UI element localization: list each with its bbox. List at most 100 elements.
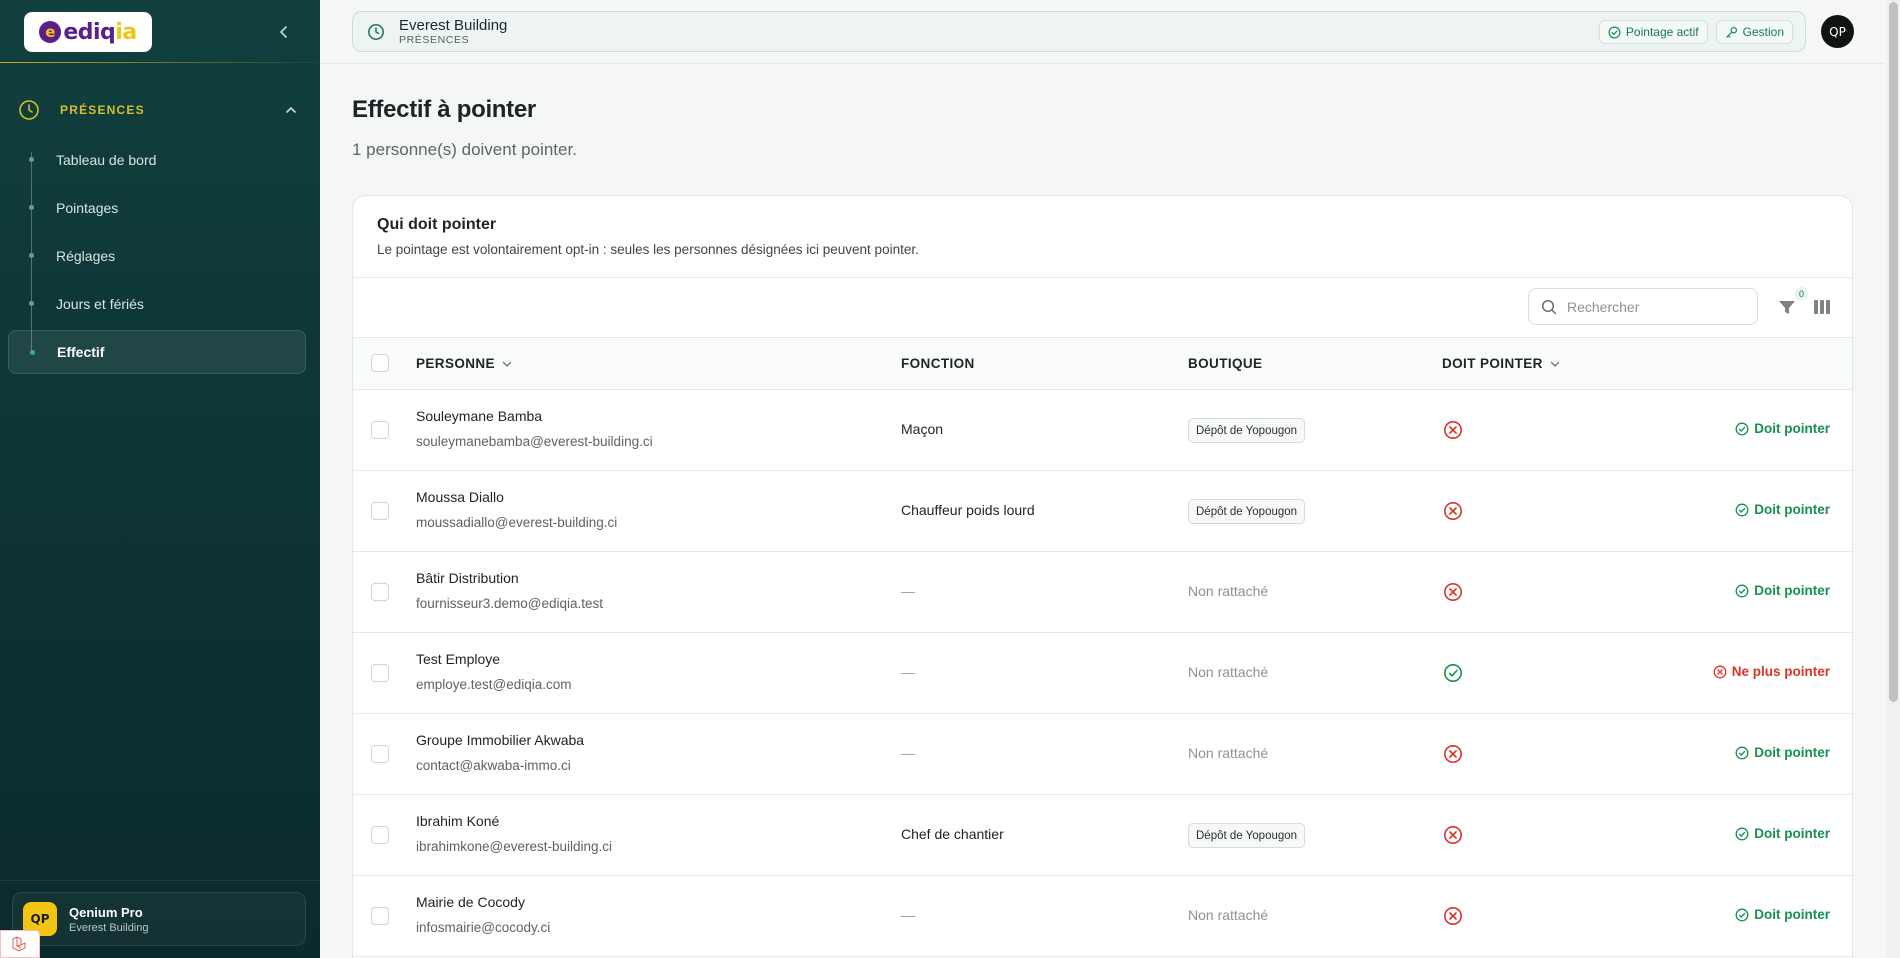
must-punch-status [1443, 744, 1463, 764]
row-checkbox[interactable] [371, 826, 389, 844]
shop-text: Non rattaché [1188, 745, 1269, 761]
clock-icon [19, 100, 39, 120]
column-label: BOUTIQUE [1188, 356, 1263, 371]
person-email: contact@akwaba-immo.ci [416, 758, 571, 773]
sidebar-item-effectif[interactable]: Effectif [8, 330, 306, 374]
x-circle-icon [1444, 421, 1462, 439]
page-title: Effectif à pointer [352, 96, 536, 123]
must-punch-button[interactable]: Doit pointer [1735, 826, 1830, 841]
person-name: Test Employe [416, 651, 501, 667]
sidebar-item-pointages[interactable]: Pointages [8, 186, 306, 230]
shop-badge: Dépôt de Yopougon [1188, 499, 1306, 524]
person-email: souleymanebamba@everest-building.ci [416, 434, 653, 449]
x-circle-icon [1444, 907, 1462, 925]
columns-icon[interactable] [1811, 296, 1833, 318]
row-checkbox[interactable] [371, 583, 389, 601]
column-header-must-punch[interactable]: DOIT POINTER [1442, 356, 1561, 371]
check-circle-icon [1735, 746, 1749, 759]
pill-label: Pointage actif [1625, 25, 1699, 39]
person-name: Souleymane Bamba [416, 408, 543, 424]
account-avatar[interactable]: QP [1821, 15, 1854, 48]
table-row: Mairie de Cocody infosmairie@cocody.ci —… [353, 876, 1852, 957]
check-circle-icon [1444, 664, 1462, 682]
search-input[interactable] [1567, 298, 1747, 315]
scrollbar-thumb[interactable] [1889, 2, 1898, 702]
person-function: Maçon [901, 421, 944, 437]
key-icon [1725, 26, 1737, 38]
chevron-up-icon [286, 106, 296, 113]
action-label: Ne plus pointer [1731, 664, 1830, 679]
sidebar-item-jours-feries[interactable]: Jours et fériés [8, 282, 306, 326]
person-email: moussadiallo@everest-building.ci [416, 515, 618, 530]
nav-dot [29, 205, 34, 210]
card-title: Qui doit pointer [377, 216, 497, 233]
section-presences[interactable]: PRÉSENCES [18, 96, 298, 124]
module-subtitle: PRÉSENCES [399, 33, 470, 46]
table-row: Ibrahim Koné ibrahimkone@everest-buildin… [353, 795, 1852, 876]
header-divider [320, 63, 1884, 64]
stop-punch-button[interactable]: Ne plus pointer [1713, 664, 1830, 679]
row-checkbox[interactable] [371, 907, 389, 925]
action-label: Doit pointer [1754, 745, 1830, 760]
must-punch-button[interactable]: Doit pointer [1735, 502, 1830, 517]
check-circle-icon [1735, 584, 1749, 597]
gestion-button[interactable]: Gestion [1715, 20, 1793, 44]
check-circle-icon [1735, 908, 1749, 921]
must-punch-status [1443, 825, 1463, 845]
sidebar-item-label: Effectif [57, 344, 105, 360]
row-checkbox[interactable] [371, 664, 389, 682]
topbar: Everest Building PRÉSENCES Pointage acti… [352, 11, 1806, 52]
laravel-icon [12, 936, 26, 952]
app-logo[interactable]: e ediqia [24, 12, 152, 52]
sidebar-item-reglages[interactable]: Réglages [8, 234, 306, 278]
effectif-card: Qui doit pointer Le pointage est volonta… [352, 195, 1853, 958]
sidebar-item-label: Jours et fériés [56, 296, 144, 312]
person-function: — [901, 907, 915, 923]
check-circle-icon [1608, 26, 1621, 38]
check-circle-icon [1735, 422, 1749, 435]
person-name: Moussa Diallo [416, 489, 504, 505]
person-email: fournisseur3.demo@ediqia.test [416, 596, 604, 611]
column-label: PERSONNE [416, 356, 495, 371]
debug-toolbar-button[interactable] [0, 930, 40, 958]
person-name: Mairie de Cocody [416, 894, 525, 910]
column-header-shop: BOUTIQUE [1188, 356, 1262, 371]
logo-text: ediqia [63, 19, 137, 45]
chevron-left-icon [279, 26, 287, 38]
must-punch-button[interactable]: Doit pointer [1735, 583, 1830, 598]
column-header-function: FONCTION [901, 356, 975, 371]
must-punch-button[interactable]: Doit pointer [1735, 421, 1830, 436]
sidebar-item-tableau-de-bord[interactable]: Tableau de bord [8, 138, 306, 182]
table-row: Moussa Diallo moussadiallo@everest-build… [353, 471, 1852, 552]
row-checkbox[interactable] [371, 421, 389, 439]
column-label: DOIT POINTER [1442, 356, 1543, 371]
workspace-title: Everest Building [399, 16, 508, 34]
row-checkbox[interactable] [371, 745, 389, 763]
must-punch-status [1443, 663, 1463, 683]
shop-badge: Dépôt de Yopougon [1188, 418, 1306, 443]
must-punch-button[interactable]: Doit pointer [1735, 745, 1830, 760]
pointage-actif-pill[interactable]: Pointage actif [1598, 20, 1708, 44]
column-header-person[interactable]: PERSONNE [416, 356, 513, 371]
x-circle-icon [1444, 502, 1462, 520]
person-email: ibrahimkone@everest-building.ci [416, 839, 613, 854]
search-icon [1541, 299, 1557, 314]
select-all-checkbox[interactable] [371, 354, 389, 372]
collapse-sidebar-button[interactable] [272, 20, 296, 44]
person-name: Groupe Immobilier Akwaba [416, 732, 585, 748]
clock-icon [368, 23, 384, 40]
action-label: Doit pointer [1754, 826, 1830, 841]
table-header: PERSONNE FONCTION BOUTIQUE DOIT POINTER [353, 338, 1852, 390]
row-checkbox[interactable] [371, 502, 389, 520]
must-punch-status [1443, 582, 1463, 602]
table-row: Souleymane Bamba souleymanebamba@everest… [353, 390, 1852, 471]
person-function: — [901, 583, 915, 599]
chevron-down-icon [1550, 361, 1559, 367]
user-name: Qenium Pro [69, 904, 143, 920]
filter-icon[interactable] [1776, 296, 1798, 318]
user-card[interactable]: QP Qenium Pro Everest Building [12, 892, 306, 946]
shop-badge: Dépôt de Yopougon [1188, 823, 1306, 848]
x-circle-icon [1444, 745, 1462, 763]
column-label: FONCTION [901, 356, 975, 371]
must-punch-button[interactable]: Doit pointer [1735, 907, 1830, 922]
